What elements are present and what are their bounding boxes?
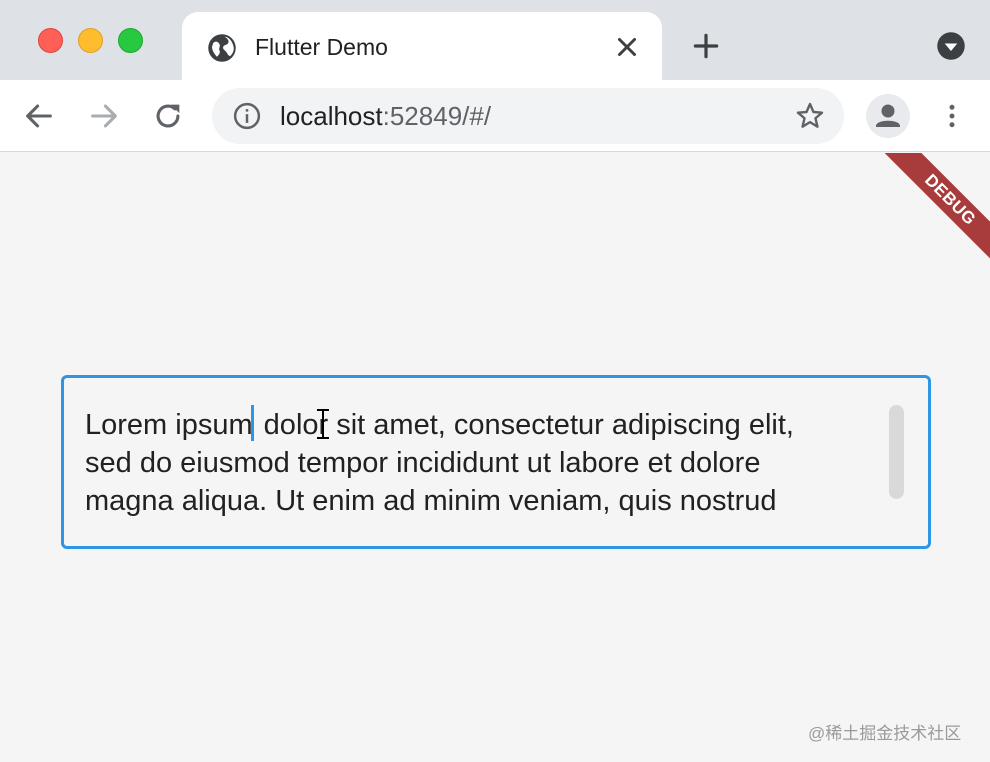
- text-field-content[interactable]: Lorem ipsum dolor sit amet, consectetur …: [85, 405, 885, 520]
- debug-banner: DEBUG: [884, 153, 990, 266]
- tab-strip: Flutter Demo: [0, 0, 990, 82]
- text-after-caret: dolor sit amet, consectetur adipiscing e…: [255, 409, 794, 441]
- more-vert-icon[interactable]: [937, 99, 967, 133]
- text-line-2: sed do eiusmod tempor incididunt ut labo…: [85, 447, 761, 479]
- multiline-text-field[interactable]: Lorem ipsum dolor sit amet, consectetur …: [61, 375, 931, 549]
- chevron-down-icon[interactable]: [936, 31, 966, 61]
- arrow-left-icon[interactable]: [22, 99, 56, 133]
- text-caret: [250, 405, 254, 441]
- text-cursor-icon: [317, 409, 329, 439]
- close-icon[interactable]: [612, 32, 642, 62]
- close-window-button[interactable]: [38, 28, 63, 53]
- info-icon[interactable]: [232, 101, 262, 131]
- text-line-3: magna aliqua. Ut enim ad minim veniam, q…: [85, 485, 777, 517]
- url-host: localhost: [280, 101, 383, 131]
- page-content: DEBUG Lorem ipsum dolor sit amet, consec…: [0, 153, 990, 762]
- watermark: @稀土掘金技术社区: [808, 724, 962, 743]
- arrow-right-icon[interactable]: [87, 99, 121, 133]
- text-line-1: Lorem ipsum dolor sit amet, consectetur …: [85, 405, 885, 444]
- person-icon: [876, 104, 900, 127]
- reload-icon[interactable]: [151, 99, 185, 133]
- tab-flutter-demo[interactable]: Flutter Demo: [182, 12, 662, 82]
- browser-toolbar: localhost:52849/#/: [0, 80, 990, 152]
- star-icon[interactable]: [794, 100, 826, 132]
- globe-icon: [208, 34, 236, 62]
- tab-title: Flutter Demo: [255, 34, 388, 60]
- address-bar[interactable]: localhost:52849/#/: [212, 88, 844, 144]
- text-before-caret: Lorem ipsum: [85, 409, 253, 441]
- text-field-scrollbar[interactable]: [889, 405, 904, 499]
- maximize-window-button[interactable]: [118, 28, 143, 53]
- plus-icon[interactable]: [690, 30, 722, 62]
- url-path: :52849/#/: [382, 101, 492, 131]
- profile-avatar[interactable]: [866, 94, 910, 138]
- url-text[interactable]: localhost:52849/#/: [280, 100, 491, 132]
- minimize-window-button[interactable]: [78, 28, 103, 53]
